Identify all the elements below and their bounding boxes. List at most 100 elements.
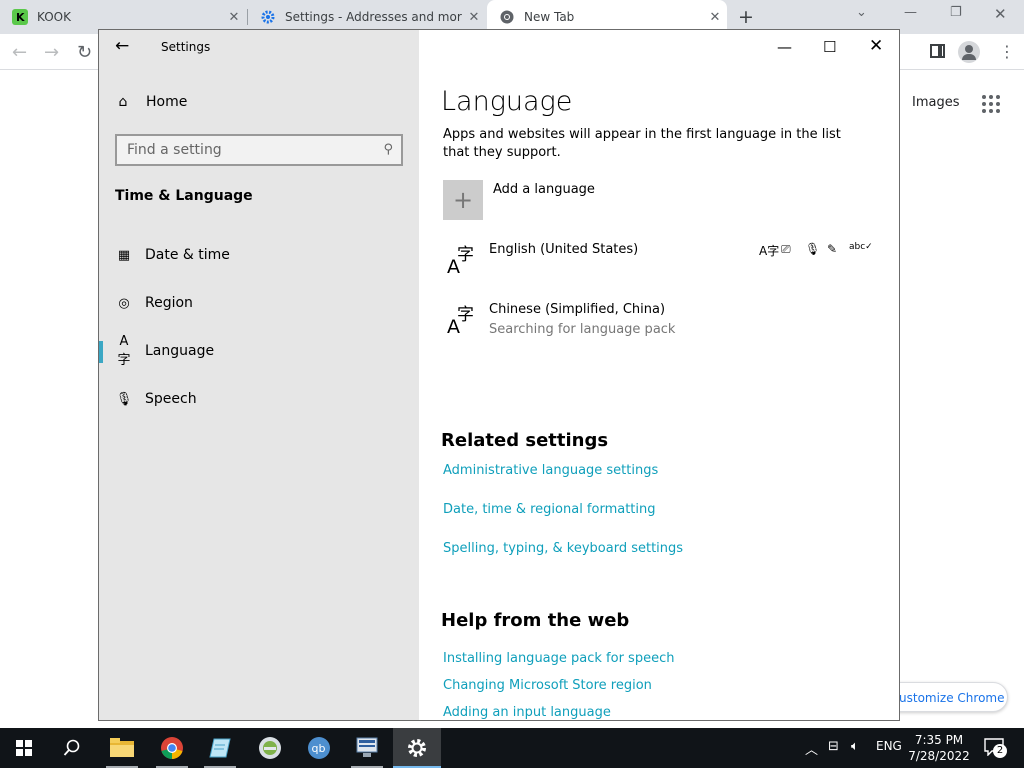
minimize-icon[interactable]: — <box>777 38 792 56</box>
show-hidden-icons-chevron-icon[interactable]: ︿ <box>805 739 818 758</box>
network-app-icon <box>259 737 281 759</box>
text-to-speech-icon: ⎚ <box>781 242 791 256</box>
remote-desktop-icon <box>356 737 378 757</box>
language-glyph-icon: A字 <box>447 305 474 338</box>
profile-avatar-icon[interactable] <box>958 41 980 63</box>
reload-icon[interactable]: ↻ <box>77 42 92 63</box>
settings-taskbar-button[interactable] <box>393 728 441 768</box>
language-name: Chinese (Simplified, China) <box>489 302 666 317</box>
sidebar-item-label: Speech <box>145 391 197 407</box>
chrome-icon <box>499 9 515 25</box>
help-heading: Help from the web <box>441 610 630 631</box>
network-icon[interactable]: ⊟ <box>828 739 839 754</box>
network-app-taskbar-button[interactable] <box>246 728 294 768</box>
home-label: Home <box>146 94 188 110</box>
help-link[interactable]: Changing Microsoft Store region <box>443 678 652 693</box>
sidebar-item-region[interactable]: ◎ Region <box>99 283 419 323</box>
clock-time: 7:35 PM <box>914 733 964 747</box>
action-center-button[interactable]: 2 <box>984 738 1007 758</box>
side-panel-icon[interactable] <box>930 44 945 58</box>
home-icon: ⌂ <box>118 94 128 110</box>
settings-window: ← Settings ⌂ Home Find a setting ⚲ Time … <box>98 29 900 721</box>
page-title: Language <box>441 86 573 117</box>
spellcheck-icon: abc✓ <box>849 242 873 252</box>
search-icon: ⚲ <box>383 142 393 157</box>
help-link[interactable]: Adding an input language <box>443 705 611 720</box>
close-tab-icon[interactable]: ✕ <box>462 10 486 25</box>
restore-icon[interactable]: ❐ <box>950 5 962 20</box>
sidebar-item-label: Region <box>145 295 193 311</box>
notepad-taskbar-button[interactable] <box>196 728 244 768</box>
sidebar-item-label: Language <box>145 343 215 359</box>
find-setting-search-box[interactable]: Find a setting ⚲ <box>115 134 403 166</box>
microphone-icon: 🎙︎ <box>115 391 133 407</box>
file-explorer-icon <box>110 738 134 757</box>
handwriting-icon: ✎ <box>827 242 838 256</box>
language-item[interactable]: A字 English (United States) A字 ⎚ 🎙︎ ✎ abc… <box>443 242 873 282</box>
add-language-button[interactable]: + <box>443 180 483 220</box>
language-item[interactable]: A字 Chinese (Simplified, China) Searching… <box>443 302 873 346</box>
back-icon[interactable]: ← <box>12 42 27 63</box>
svg-text:K: K <box>16 11 25 24</box>
google-apps-icon[interactable] <box>982 95 1000 113</box>
images-link[interactable]: Images <box>912 95 960 110</box>
qbittorrent-taskbar-button[interactable]: qb <box>295 728 343 768</box>
taskbar-search-button[interactable] <box>48 728 96 768</box>
start-button[interactable] <box>0 728 48 768</box>
kook-app-icon: K <box>12 9 28 25</box>
page-description: Apps and websites will appear in the fir… <box>443 127 841 160</box>
sidebar-item-speech[interactable]: 🎙︎ Speech <box>99 379 419 419</box>
language-name: English (United States) <box>489 242 639 257</box>
sidebar-item-label: Date & time <box>145 247 230 263</box>
forward-icon[interactable]: → <box>44 42 59 63</box>
tab-title: New Tab <box>524 10 575 24</box>
section-heading: Time & Language <box>115 188 253 204</box>
clock[interactable]: 7:35 PM 7/28/2022 <box>906 732 972 764</box>
language-glyph-icon: A字 <box>447 245 474 278</box>
chrome-icon <box>161 737 183 759</box>
sidebar-item-language[interactable]: A字 Language <box>99 331 419 371</box>
help-link[interactable]: Installing language pack for speech <box>443 651 674 666</box>
keyboard-settings-link[interactable]: Spelling, typing, & keyboard settings <box>443 541 683 556</box>
clock-date: 7/28/2022 <box>908 749 970 763</box>
home-nav-item[interactable]: ⌂ Home <box>115 94 188 110</box>
notepad-icon <box>209 738 231 758</box>
chrome-taskbar-button[interactable] <box>148 728 196 768</box>
search-icon <box>63 739 80 756</box>
tab-title: Settings - Addresses and more <box>285 10 462 24</box>
regional-formatting-link[interactable]: Date, time & regional formatting <box>443 502 656 517</box>
minimize-icon[interactable]: — <box>904 5 917 20</box>
input-language-indicator[interactable]: ENG <box>876 739 902 753</box>
close-tab-icon[interactable]: ✕ <box>703 10 727 25</box>
chrome-menu-icon[interactable]: ⋮ <box>999 42 1015 61</box>
start-icon <box>16 740 32 756</box>
qbittorrent-icon: qb <box>308 737 330 759</box>
settings-content: — ☐ ✕ Language Apps and websites will ap… <box>419 30 899 720</box>
maximize-icon[interactable]: ☐ <box>823 38 836 56</box>
close-window-icon[interactable]: ✕ <box>994 5 1007 23</box>
close-tab-icon[interactable]: ✕ <box>222 10 246 25</box>
volume-icon[interactable]: 🔈︎ <box>851 739 859 754</box>
globe-icon: ◎ <box>118 295 130 311</box>
remote-desktop-taskbar-button[interactable] <box>343 728 391 768</box>
sidebar-item-date-time[interactable]: ▦ Date & time <box>99 235 419 275</box>
speech-recognition-icon: 🎙︎ <box>805 242 821 256</box>
settings-icon <box>408 739 426 757</box>
close-window-icon[interactable]: ✕ <box>869 36 883 56</box>
plus-icon: + <box>452 186 474 214</box>
taskbar: qb ︿ ⊟ 🔈︎ ENG 7:35 PM 7/28/2022 2 <box>0 728 1024 768</box>
add-language-label[interactable]: Add a language <box>493 182 595 197</box>
settings-sidebar: ← Settings ⌂ Home Find a setting ⚲ Time … <box>99 30 419 720</box>
tab-title: KOOK <box>37 10 71 24</box>
tab-search-chevron-icon[interactable]: ⌄ <box>856 5 867 20</box>
back-arrow-icon[interactable]: ← <box>115 36 129 56</box>
file-explorer-button[interactable] <box>98 728 146 768</box>
new-tab-button[interactable]: + <box>738 6 754 28</box>
gear-icon <box>260 9 276 25</box>
search-placeholder: Find a setting <box>127 142 222 158</box>
administrative-language-link[interactable]: Administrative language settings <box>443 463 658 478</box>
language-status: Searching for language pack <box>489 322 676 337</box>
language-icon: A字 <box>117 334 131 368</box>
window-title: Settings <box>161 40 211 54</box>
calendar-clock-icon: ▦ <box>117 247 131 263</box>
